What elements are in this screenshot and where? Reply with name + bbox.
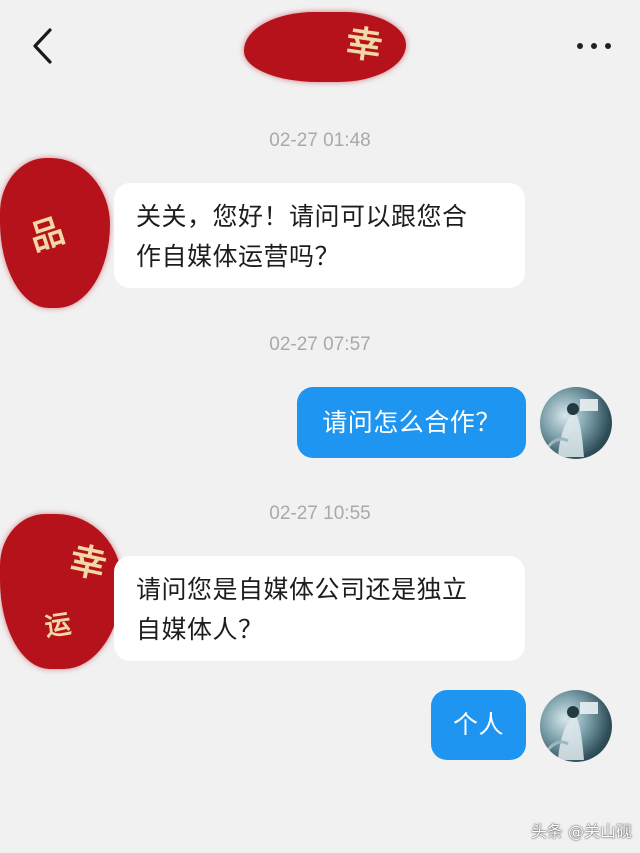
message-timestamp: 02-27 10:55 <box>269 503 371 524</box>
incoming-message-bubble[interactable]: 请问您是自媒体公司还是独立 自媒体人？ <box>114 556 525 661</box>
more-options-button[interactable] <box>566 24 622 68</box>
outgoing-message-bubble[interactable]: 请问怎么合作？ <box>297 387 526 458</box>
message-text: 请问怎么合作？ <box>322 407 501 437</box>
my-avatar[interactable] <box>540 387 612 459</box>
message-text-line: 自媒体人？ <box>136 615 264 644</box>
message-timestamp: 02-27 01:48 <box>269 130 371 151</box>
watermark: 头条 @关山砚 <box>530 822 632 841</box>
incoming-message-bubble[interactable]: 关关，您好！请问可以跟您合 作自媒体运营吗？ <box>114 183 525 288</box>
message-text-line: 关关，您好！请问可以跟您合 <box>136 202 468 231</box>
my-avatar[interactable] <box>540 690 612 762</box>
chevron-left-icon <box>33 28 52 64</box>
avatar-illustration <box>546 399 598 457</box>
avatar-glyph: 运 <box>43 609 73 643</box>
back-button[interactable] <box>22 22 62 70</box>
message-text-line: 请问您是自媒体公司还是独立 <box>136 575 468 604</box>
chat-title: 幸 <box>343 21 385 69</box>
outgoing-message-bubble[interactable]: 个人 <box>431 690 526 760</box>
message-text-line: 作自媒体运营吗？ <box>136 242 341 271</box>
more-dots-icon <box>577 43 611 49</box>
message-text: 个人 <box>452 710 504 739</box>
message-timestamp: 02-27 07:57 <box>269 334 371 355</box>
avatar-illustration <box>546 702 598 760</box>
